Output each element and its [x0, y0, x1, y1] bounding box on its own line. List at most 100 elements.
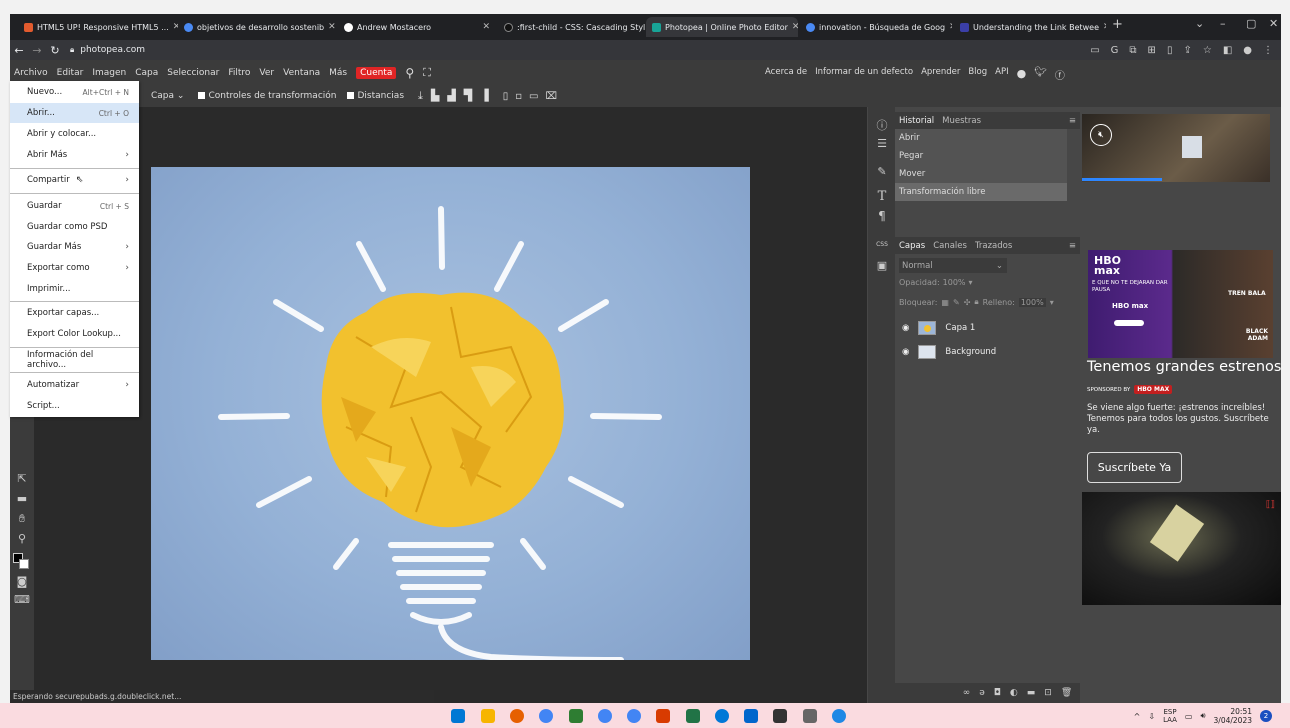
- lightbulb-image[interactable]: [151, 167, 750, 660]
- ad-headline[interactable]: Tenemos grandes estrenos: [1087, 359, 1281, 375]
- menu-item-open-place[interactable]: Abrir y colocar...: [10, 124, 139, 144]
- close-tab-icon[interactable]: ✕: [1103, 22, 1106, 32]
- install-icon[interactable]: ▭: [1090, 45, 1099, 56]
- menu-imagen[interactable]: Imagen: [92, 68, 126, 78]
- brush-settings-icon[interactable]: ✎: [872, 165, 892, 178]
- volume-icon[interactable]: 🔊︎: [1200, 711, 1205, 721]
- ad-close-icon[interactable]: ⟦⟧: [1266, 500, 1275, 510]
- browser-tab[interactable]: objetivos de desarrollo sostenib ✕: [178, 17, 336, 37]
- firefox-icon[interactable]: [510, 709, 524, 723]
- quick-mask-icon[interactable]: ◙: [13, 575, 31, 588]
- language-indicator[interactable]: ESP LAA: [1163, 708, 1177, 724]
- browser-tab-active[interactable]: Photopea | Online Photo Editor ✕: [646, 17, 798, 37]
- close-tab-icon[interactable]: ✕: [792, 22, 798, 32]
- link-report-bug[interactable]: Informar de un defecto: [815, 67, 913, 82]
- back-arrow-icon[interactable]: ←: [10, 44, 28, 57]
- menu-item-save[interactable]: Guardar Ctrl + S: [10, 196, 139, 216]
- menu-ventana[interactable]: Ventana: [283, 68, 320, 78]
- distances-checkbox[interactable]: Distancias: [347, 91, 404, 101]
- translate-icon[interactable]: ⊞: [1148, 45, 1156, 56]
- delete-layer-icon[interactable]: 🗑︎: [1061, 688, 1072, 698]
- tab-canales[interactable]: Canales: [933, 241, 967, 251]
- maximize-icon[interactable]: ▢: [1246, 17, 1256, 30]
- background-color-swatch[interactable]: [19, 559, 29, 569]
- panel-menu-icon[interactable]: ≡: [1069, 116, 1076, 126]
- video-ad-player[interactable]: ⟦⟧: [1082, 492, 1281, 605]
- history-entry[interactable]: Abrir: [895, 129, 1067, 147]
- usb-icon[interactable]: ⇩: [1148, 712, 1155, 721]
- align-buttons[interactable]: ⤓▙▟▜▐: [418, 89, 497, 103]
- tab-capas[interactable]: Capas: [899, 241, 925, 251]
- tab-search-icon[interactable]: ⌄: [1195, 17, 1204, 30]
- clock[interactable]: 20:51 3/04/2023: [1214, 707, 1252, 725]
- chrome-dev-icon[interactable]: [627, 709, 641, 723]
- visibility-eye-icon[interactable]: ◉: [902, 323, 909, 333]
- share-icon[interactable]: ⇪: [1183, 45, 1191, 56]
- new-layer-icon[interactable]: ⊡: [1044, 688, 1052, 698]
- lock-brush-icon[interactable]: ✎: [953, 298, 960, 307]
- kebab-menu-icon[interactable]: ⋮: [1263, 45, 1273, 56]
- transform-controls-checkbox[interactable]: Controles de transformación: [198, 91, 336, 101]
- tab-muestras[interactable]: Muestras: [942, 116, 981, 126]
- network-icon[interactable]: ▭: [1185, 712, 1193, 721]
- character-icon[interactable]: T: [872, 189, 892, 204]
- visibility-eye-icon[interactable]: ◉: [902, 347, 909, 357]
- menu-editar[interactable]: Editar: [57, 68, 84, 78]
- menu-ver[interactable]: Ver: [259, 68, 274, 78]
- sidepanel-icon[interactable]: ◧: [1223, 45, 1232, 56]
- opacity-value[interactable]: 100%: [943, 278, 966, 287]
- app-icon[interactable]: [803, 709, 817, 723]
- menu-mas[interactable]: Más: [329, 68, 347, 78]
- menu-item-script[interactable]: Script...: [10, 396, 139, 416]
- browser-tab[interactable]: Andrew Mostacero ✕: [338, 17, 496, 37]
- tab-historial[interactable]: Historial: [899, 116, 934, 126]
- menu-item-file-info[interactable]: Información del archivo...: [10, 350, 139, 370]
- excel-icon[interactable]: [686, 709, 700, 723]
- file-explorer-icon[interactable]: [481, 709, 495, 723]
- new-folder-icon[interactable]: ▬: [1027, 688, 1036, 698]
- close-tab-icon[interactable]: ✕: [482, 22, 490, 32]
- close-tab-icon[interactable]: ✕: [949, 22, 952, 32]
- close-window-icon[interactable]: ✕: [1269, 17, 1278, 30]
- menu-item-automate[interactable]: Automatizar ›: [10, 375, 139, 395]
- history-entry-selected[interactable]: Transformación libre: [895, 183, 1067, 201]
- edge-icon[interactable]: [715, 709, 729, 723]
- link-api[interactable]: API: [995, 67, 1008, 82]
- reload-icon[interactable]: ↻: [46, 44, 64, 57]
- browser-tab[interactable]: innovation - Búsqueda de Goog✕: [800, 17, 952, 37]
- chrome-canary-icon[interactable]: [598, 709, 612, 723]
- notepad-icon[interactable]: [773, 709, 787, 723]
- forward-arrow-icon[interactable]: →: [28, 44, 46, 57]
- menu-capa[interactable]: Capa: [135, 68, 158, 78]
- hbo-max-banner[interactable]: HBO max E QUE NO TE DEJARAN DAR PAUSA HBO…: [1088, 250, 1273, 358]
- add-mask-icon[interactable]: ◘: [994, 688, 1001, 698]
- menu-item-export-color-lookup[interactable]: Export Color Lookup...: [10, 324, 139, 344]
- menu-item-save-psd[interactable]: Guardar como PSD: [10, 217, 139, 237]
- menu-item-print[interactable]: Imprimir...: [10, 279, 139, 299]
- new-tab-button[interactable]: +: [1112, 17, 1123, 32]
- link-learn[interactable]: Aprender: [921, 67, 960, 82]
- lock-transparency-icon[interactable]: ▦: [941, 298, 949, 307]
- menu-item-export-layers[interactable]: Exportar capas...: [10, 303, 139, 323]
- caret-down-icon[interactable]: ▾: [1050, 298, 1054, 307]
- keyboard-icon[interactable]: ⌨︎: [13, 593, 31, 606]
- adjustment-layer-icon[interactable]: ◐: [1010, 688, 1018, 698]
- fullscreen-icon[interactable]: ⛶: [423, 66, 431, 80]
- page-icon[interactable]: ▯: [1167, 45, 1173, 56]
- start-icon[interactable]: [451, 709, 465, 723]
- menu-item-save-more[interactable]: Guardar Más ›: [10, 237, 139, 257]
- auto-select-dropdown[interactable]: Capa ⌄: [151, 91, 184, 101]
- move-tool-icon[interactable]: ⇱: [13, 472, 31, 485]
- profile-icon[interactable]: ●: [1243, 45, 1252, 56]
- chevron-up-icon[interactable]: ^: [1134, 712, 1141, 721]
- blend-mode-select[interactable]: Normal ⌄: [899, 258, 1007, 273]
- menu-item-open[interactable]: Abrir... Ctrl + O: [10, 103, 139, 123]
- menu-seleccionar[interactable]: Seleccionar: [167, 68, 219, 78]
- image-panel-icon[interactable]: ▣: [872, 259, 892, 272]
- layer-style-icon[interactable]: ǝ: [979, 688, 985, 698]
- link-blog[interactable]: Blog: [968, 67, 987, 82]
- history-entry[interactable]: Pegar: [895, 147, 1067, 165]
- minimize-icon[interactable]: –: [1220, 17, 1226, 30]
- twitter-icon[interactable]: 🐦︎: [1034, 67, 1047, 82]
- layer-row[interactable]: ◉ Background: [895, 341, 1067, 363]
